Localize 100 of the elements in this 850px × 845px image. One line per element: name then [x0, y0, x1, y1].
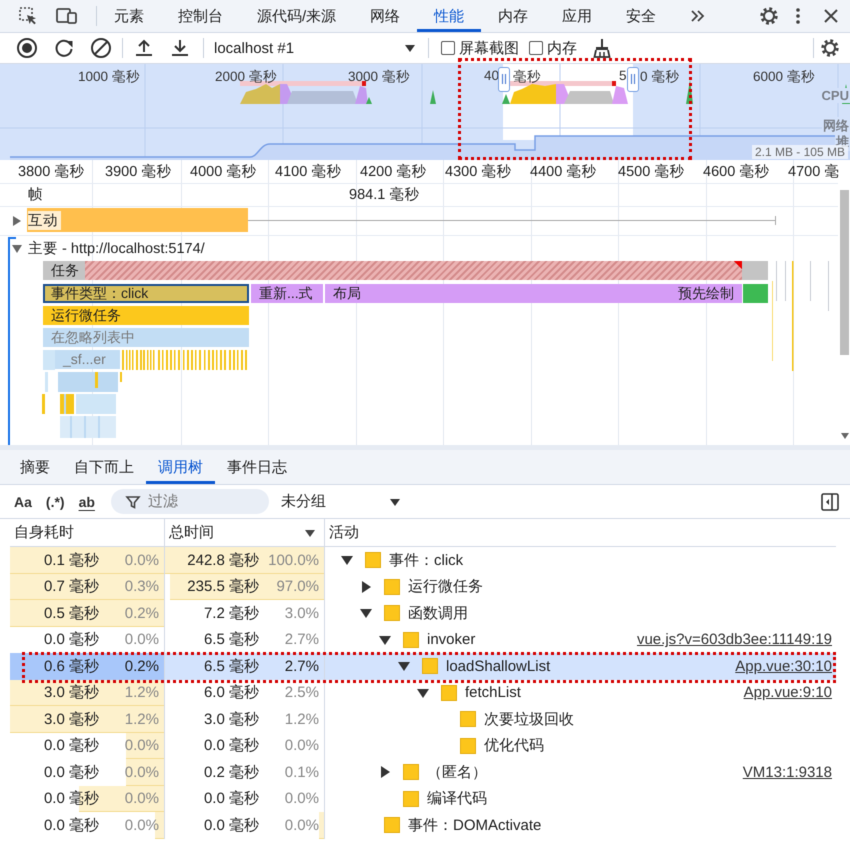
- time-value: 7.2 毫秒: [204, 604, 259, 623]
- percent-value: 0.2%: [124, 604, 159, 622]
- flame-bar[interactable]: 布局: [325, 284, 670, 303]
- inspect-icon[interactable]: [17, 5, 39, 27]
- column-header[interactable]: 自身耗时: [14, 523, 74, 542]
- range-handle[interactable]: [627, 67, 639, 92]
- activity-name: 优化代码: [484, 736, 544, 756]
- square-icon: [441, 684, 457, 701]
- time-tick: 2000 毫秒: [215, 68, 277, 86]
- tree-row[interactable]: 0.1 毫秒 0.0% 242.8 毫秒 100.0% 事件：click: [10, 547, 836, 574]
- checkbox[interactable]: [441, 41, 455, 55]
- upload-icon[interactable]: [133, 37, 155, 59]
- reload-icon[interactable]: [53, 37, 75, 59]
- flame-bar[interactable]: 预先绘制: [670, 284, 742, 303]
- scroll-down-icon[interactable]: [840, 432, 850, 440]
- panel-tab[interactable]: 应用: [545, 0, 610, 32]
- tree-row[interactable]: 0.0 毫秒 0.0% 0.0 毫秒 0.0% 事件：DOMActivate: [10, 812, 836, 838]
- panel-tab[interactable]: 网络: [353, 0, 418, 32]
- caret-icon[interactable]: [415, 686, 431, 699]
- tree-row[interactable]: 3.0 毫秒 1.2% 6.0 毫秒 2.5% fetchList App.vue:9:10: [10, 680, 836, 706]
- time-value: 0.0 毫秒: [44, 736, 99, 756]
- column-header[interactable]: 活动: [329, 523, 359, 542]
- tree-row[interactable]: 0.6 毫秒 0.2% 6.5 毫秒 2.7% loadShallowList App.vue:30:10: [10, 653, 836, 680]
- time-value: 242.8 毫秒: [187, 550, 259, 570]
- panel-tab[interactable]: 内存: [481, 0, 546, 32]
- square-icon: [403, 764, 419, 780]
- caret-icon[interactable]: [339, 554, 355, 566]
- filter-field[interactable]: 过滤: [110, 489, 269, 514]
- sort-icon[interactable]: [304, 528, 316, 538]
- download-icon[interactable]: [169, 37, 191, 59]
- filter-toggle[interactable]: ab: [78, 494, 95, 510]
- activity-name: 事件：DOMActivate: [408, 816, 542, 835]
- grip-icon: [630, 74, 636, 84]
- percent-value: 0.0%: [284, 816, 319, 834]
- device-icon[interactable]: [55, 5, 79, 27]
- tree-row[interactable]: 0.0 毫秒 0.0% 0.0 毫秒 0.0% 优化代码: [10, 732, 836, 759]
- broom-icon[interactable]: [591, 37, 613, 59]
- time-tick: 4600 毫秒: [703, 162, 770, 181]
- tree-row[interactable]: 3.0 毫秒 1.2% 3.0 毫秒 1.2% 次要垃圾回收: [10, 706, 836, 732]
- time-value: 0.1 毫秒: [44, 550, 99, 570]
- tree-row[interactable]: 0.0 毫秒 0.0% 0.0 毫秒 0.0% 编译代码: [10, 786, 836, 812]
- activity-name: 运行微任务: [408, 577, 483, 596]
- caret-icon[interactable]: [396, 660, 412, 672]
- close-icon[interactable]: [822, 7, 840, 25]
- column-header[interactable]: 总时间: [169, 523, 214, 542]
- record-icon[interactable]: [16, 37, 38, 59]
- source-link[interactable]: VM13:1:9318: [742, 764, 832, 781]
- time-value: 0.0 毫秒: [204, 816, 259, 835]
- flame-bar[interactable]: 任务: [43, 261, 742, 280]
- square-icon: [384, 578, 400, 595]
- detail-tab[interactable]: 事件日志: [215, 450, 299, 484]
- percent-value: 1.2%: [124, 710, 159, 728]
- source-link[interactable]: vue.js?v=603db3ee:11149:19: [636, 631, 832, 648]
- time-value: 0.2 毫秒: [204, 762, 259, 782]
- time-tick: 4300 毫秒: [445, 162, 512, 181]
- target-select[interactable]: localhost #1: [208, 35, 422, 61]
- time-tick: 6000 毫秒: [753, 68, 815, 86]
- caret-icon[interactable]: [358, 607, 374, 620]
- more-icon[interactable]: [794, 5, 802, 27]
- tree-row[interactable]: 0.5 毫秒 0.2% 7.2 毫秒 3.0% 函数调用: [10, 600, 836, 626]
- percent-value: 0.0%: [284, 737, 319, 754]
- grouping-select[interactable]: 未分组: [280, 492, 401, 511]
- panel-tab[interactable]: 安全: [609, 0, 674, 32]
- panel-tab[interactable]: 元素: [97, 0, 161, 32]
- source-link[interactable]: App.vue:30:10: [735, 658, 832, 675]
- settings-icon[interactable]: [758, 5, 780, 27]
- caret-icon[interactable]: [12, 244, 22, 254]
- percent-value: 1.2%: [284, 710, 319, 728]
- source-link[interactable]: App.vue:9:10: [744, 684, 832, 702]
- time-value: 3.0 毫秒: [44, 710, 99, 729]
- tree-row[interactable]: 0.7 毫秒 0.3% 235.5 毫秒 97.0% 运行微任务: [10, 574, 836, 600]
- scrollbar-thumb[interactable]: [840, 190, 849, 355]
- time-value: 0.0 毫秒: [44, 816, 99, 835]
- percent-value: 0.1%: [284, 764, 319, 781]
- panel-tab[interactable]: 源代码/来源: [240, 0, 354, 32]
- percent-value: 0.0%: [124, 737, 159, 754]
- time-value: 0.6 毫秒: [44, 656, 99, 676]
- caret-icon: [388, 496, 401, 506]
- filter-toggle[interactable]: (.*): [46, 494, 65, 510]
- time-value: 0.0 毫秒: [44, 630, 99, 650]
- caret-icon[interactable]: [377, 634, 393, 646]
- time-value: 0.0 毫秒: [204, 789, 259, 808]
- checkbox[interactable]: [529, 41, 543, 55]
- tree-row[interactable]: 0.0 毫秒 0.0% 0.2 毫秒 0.1% （匿名） VM13:1:9318: [10, 759, 836, 786]
- detail-tab[interactable]: 摘要: [8, 450, 62, 484]
- percent-value: 3.0%: [284, 604, 319, 622]
- clear-icon[interactable]: [90, 37, 112, 59]
- caret-icon: [404, 43, 416, 53]
- settings-icon[interactable]: [819, 37, 841, 59]
- flame-bar[interactable]: 重新...式: [251, 284, 323, 303]
- panel-tab[interactable]: 控制台: [161, 0, 240, 32]
- percent-value: 97.0%: [276, 578, 319, 596]
- sidebar-toggle-icon[interactable]: [820, 492, 840, 512]
- filter-toggle[interactable]: Aa: [14, 494, 32, 510]
- detail-tab[interactable]: 自下而上: [62, 450, 146, 484]
- flame-bar[interactable]: 事件类型：click: [43, 284, 249, 303]
- flame-bar[interactable]: 运行微任务: [43, 306, 249, 325]
- range-handle[interactable]: [498, 67, 510, 92]
- activity-name: 事件：click: [389, 550, 464, 570]
- caret-icon[interactable]: [12, 216, 22, 226]
